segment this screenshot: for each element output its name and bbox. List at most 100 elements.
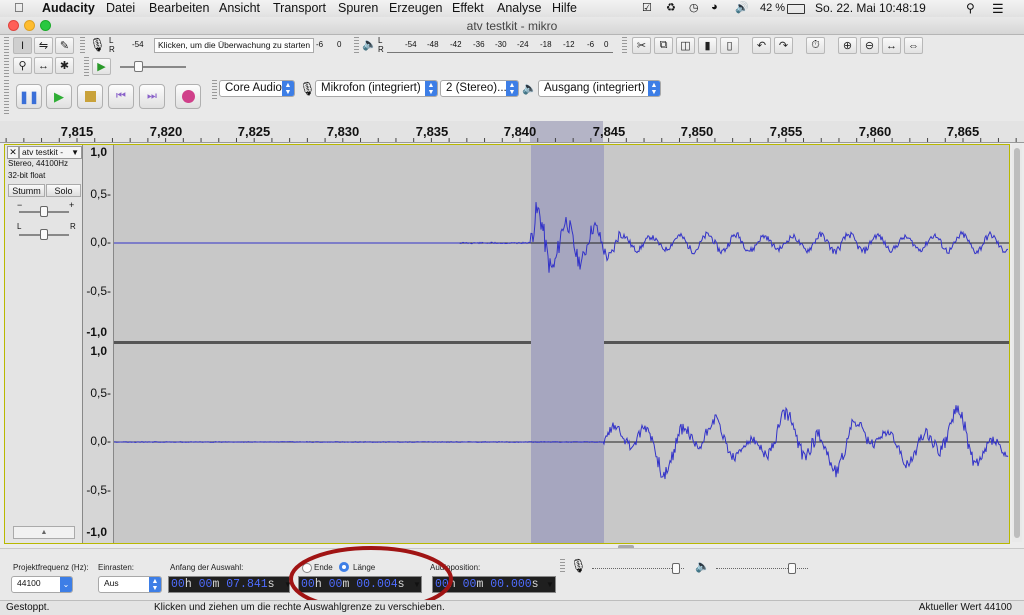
draw-tool-button[interactable]: ✎ [55, 37, 74, 54]
redo-button[interactable]: ↷ [774, 37, 793, 54]
project-rate-select[interactable]: 44100 ⌄ [11, 576, 73, 593]
silence-button[interactable]: ▯ [720, 37, 739, 54]
microphone-icon: 🎙 [299, 81, 316, 96]
time-machine-icon[interactable]: ♻ [666, 1, 676, 14]
menu-erzeugen[interactable]: Erzeugen [389, 1, 443, 15]
envelope-tool-button[interactable]: ⇋ [34, 37, 53, 54]
snap-select[interactable]: Aus ▲ ▼ [98, 576, 162, 593]
menu-datei[interactable]: Datei [106, 1, 135, 15]
screen-icon[interactable]: ☑ [642, 1, 652, 14]
toolbar-grip[interactable] [212, 80, 217, 100]
cut-button[interactable]: ✂ [632, 37, 651, 54]
pan-left-label: L [17, 222, 22, 231]
mute-button[interactable]: Stumm [8, 184, 45, 197]
zoom-tool-button[interactable]: ⚲ [13, 57, 32, 74]
list-icon[interactable]: ☰ [992, 1, 1004, 17]
output-device-select[interactable]: Ausgang (integriert) ▲ ▼ [538, 80, 661, 97]
undo-button[interactable]: ↶ [752, 37, 771, 54]
volume-icon[interactable]: 🔊 [735, 1, 749, 14]
search-icon[interactable]: ⚲ [966, 1, 975, 15]
copy-button[interactable]: ⧉ [654, 37, 673, 54]
vertical-scale[interactable]: 1,0 0,5- 0,0- -0,5- -1,0 1,0 0,5- 0,0- -… [83, 145, 114, 543]
solo-button[interactable]: Solo [46, 184, 81, 197]
toolbar-grip[interactable] [80, 37, 85, 55]
trim-button[interactable]: ▮ [698, 37, 717, 54]
track-area[interactable]: ✕ atv testkit - ▼ Stereo, 44100Hz 32-bit… [4, 144, 1010, 544]
ruler-label: 7,825 [237, 124, 271, 139]
selection-tool-button[interactable]: I [13, 37, 32, 54]
track-name-menu[interactable]: atv testkit - ▼ [19, 146, 82, 159]
output-volume-thumb[interactable] [788, 563, 796, 574]
unit-label: s [267, 578, 275, 591]
gain-slider-thumb[interactable] [40, 206, 48, 217]
timeshift-tool-button[interactable]: ↔ [34, 57, 53, 74]
menu-app-name[interactable]: Audacity [42, 1, 95, 15]
menu-ansicht[interactable]: Ansicht [219, 1, 260, 15]
meter-r-label: R [378, 45, 384, 54]
battery-icon[interactable] [787, 4, 805, 14]
microphone-icon[interactable]: 🎙 [89, 37, 106, 53]
skip-start-button[interactable]: ⏮ [108, 84, 134, 109]
toolbar-grip[interactable] [622, 37, 627, 55]
apple-icon[interactable]:  [14, 0, 24, 15]
play-meter-tick: -36 [473, 40, 485, 49]
close-track-button[interactable]: ✕ [7, 146, 19, 159]
play-button[interactable]: ▶ [46, 84, 72, 109]
timeline-ruler[interactable]: 7,815 7,820 7,825 7,830 7,835 7,840 7,84… [0, 121, 1024, 143]
pause-button[interactable]: ❚❚ [16, 84, 42, 109]
menu-hilfe[interactable]: Hilfe [552, 1, 577, 15]
input-device-select[interactable]: Mikrofon (integriert) ▲ ▼ [315, 80, 438, 97]
record-meter-tick: -54 [132, 40, 144, 49]
scrollbar-thumb[interactable] [1014, 148, 1020, 538]
menu-transport[interactable]: Transport [273, 1, 326, 15]
toolbar-grip[interactable] [560, 559, 565, 573]
record-meter-hint[interactable]: Klicken, um die Überwachung zu starten [154, 38, 315, 53]
toolbar-grip[interactable] [84, 57, 89, 77]
vertical-scrollbar[interactable] [1012, 144, 1022, 542]
audio-host-value: Core Audio [225, 82, 282, 94]
paste-button[interactable]: ◫ [676, 37, 695, 54]
menu-spuren[interactable]: Spuren [338, 1, 378, 15]
menu-analyse[interactable]: Analyse [497, 1, 541, 15]
ruler-label: 7,865 [946, 124, 980, 139]
record-button[interactable] [175, 84, 201, 109]
menu-clock[interactable]: So. 22. Mai 10:48:19 [815, 1, 926, 15]
waveform-view[interactable] [114, 145, 1009, 543]
pan-slider[interactable] [19, 229, 69, 240]
play-meter-tick: 0 [604, 40, 609, 49]
fit-selection-button[interactable]: ↔ [882, 37, 901, 54]
play-speed-slider[interactable] [120, 61, 186, 72]
play-at-speed-button[interactable]: ▶ [92, 58, 111, 75]
selection-start-timecode[interactable]: 00h 00m 07.841s [168, 576, 290, 593]
sync-lock-button[interactable]: ⏱ [806, 37, 825, 54]
channels-select[interactable]: 2 (Stereo)... ▲ ▼ [440, 80, 519, 97]
stop-button[interactable] [77, 84, 103, 109]
battery-percent[interactable]: 42 % [760, 2, 785, 14]
input-volume-slider[interactable] [592, 563, 684, 574]
toolbar-grip[interactable] [354, 37, 359, 55]
fit-project-button[interactable]: ⇔ [904, 37, 923, 54]
audio-format-menu-icon[interactable]: ▼ [546, 580, 554, 589]
menu-effekt[interactable]: Effekt [452, 1, 484, 15]
zoom-in-button[interactable]: ⊕ [838, 37, 857, 54]
toolbar-grip[interactable] [4, 37, 9, 77]
output-volume-slider[interactable] [716, 563, 808, 574]
input-volume-thumb[interactable] [672, 563, 680, 574]
track-name: atv testkit - [22, 147, 64, 157]
meter-l-label: L [378, 36, 383, 45]
wifi-icon[interactable]: ◕ [711, 1, 718, 13]
history-icon[interactable]: ◷ [689, 1, 699, 14]
play-speed-slider-thumb[interactable] [134, 61, 143, 72]
play-meter-scale[interactable]: -54 -48 -42 -36 -30 -24 -18 -12 -6 0 [387, 38, 613, 53]
multi-tool-button[interactable]: ✱ [55, 57, 74, 74]
skip-end-button[interactable]: ⏭ [139, 84, 165, 109]
toolbar-grip[interactable] [4, 80, 9, 114]
gain-slider[interactable] [19, 206, 69, 217]
menu-bearbeiten[interactable]: Bearbeiten [149, 1, 209, 15]
speaker-icon[interactable]: 🔈 [362, 37, 377, 51]
collapse-track-button[interactable]: ▲ [13, 526, 75, 539]
audio-host-select[interactable]: Core Audio ▲ ▼ [219, 80, 295, 97]
speaker-icon: 🔈 [695, 559, 710, 573]
pan-slider-thumb[interactable] [40, 229, 48, 240]
zoom-out-button[interactable]: ⊖ [860, 37, 879, 54]
